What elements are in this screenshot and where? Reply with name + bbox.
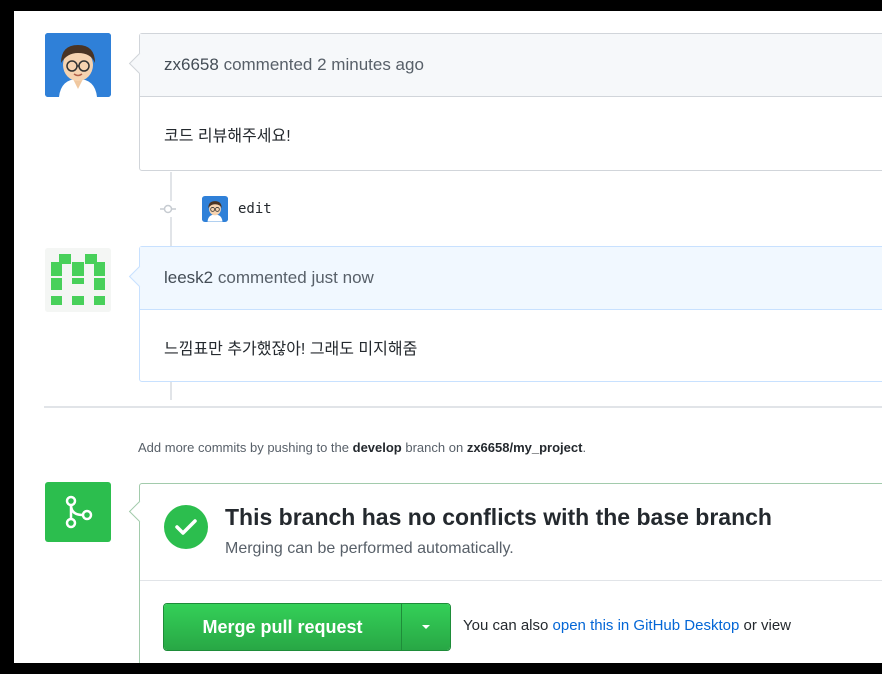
avatar[interactable] [45, 248, 111, 312]
merge-hint-prefix: You can also [463, 617, 549, 634]
comment-action: commented [223, 55, 313, 74]
comment-action: commented [217, 268, 307, 287]
triangle-down-icon [422, 625, 430, 629]
avatar-icon [45, 33, 111, 97]
git-merge-icon [45, 482, 111, 542]
repo-name: zx6658/my_project [466, 440, 583, 455]
push-hint-middle: branch on [405, 440, 464, 455]
divider [44, 406, 882, 408]
comment-time[interactable]: just now [311, 268, 373, 288]
avatar[interactable] [45, 33, 111, 97]
avatar-icon [202, 196, 228, 222]
merge-hint-suffix[interactable]: or view [743, 617, 791, 634]
merge-method-dropdown[interactable] [402, 604, 450, 650]
push-hint-prefix: Add more commits by pushing to the [138, 440, 349, 455]
comment: leesk2 commented just now 느낌표만 추가했잖아! 그래… [128, 246, 882, 382]
merge-pull-request-button[interactable]: Merge pull request [164, 604, 402, 650]
merge-status: This branch has no conflicts with the ba… [140, 484, 882, 581]
comment-body: 코드 리뷰해주세요! [164, 127, 291, 145]
comment-author[interactable]: leesk2 [164, 268, 213, 288]
check-icon [164, 505, 208, 549]
comment-header: zx6658 commented 2 minutes ago [140, 34, 882, 97]
identicon [45, 248, 111, 312]
push-hint: Add more commits by pushing to the devel… [138, 440, 586, 455]
merge-status-title: This branch has no conflicts with the ba… [225, 504, 772, 530]
comment-time[interactable]: 2 minutes ago [317, 55, 424, 75]
comment-author[interactable]: zx6658 [164, 55, 219, 75]
commit-dot-icon [160, 201, 176, 217]
push-hint-suffix: . [582, 440, 587, 455]
merge-hint: You can also open this in GitHub Desktop… [463, 617, 791, 634]
commit-message[interactable]: edit [238, 201, 272, 217]
merge-button-group: Merge pull request [163, 603, 451, 651]
branch-name: develop [352, 440, 402, 455]
merge-status-subtitle: Merging can be performed automatically. [225, 540, 514, 557]
merge-box: This branch has no conflicts with the ba… [128, 483, 882, 663]
comment-body: 느낌표만 추가했잖아! 그래도 미지해줌 [164, 340, 418, 358]
open-in-desktop-link[interactable]: open this in GitHub Desktop [553, 617, 740, 634]
merge-actions: Merge pull request You can also open thi… [140, 581, 882, 663]
pull-request-timeline: zx6658 commented 2 minutes ago 코드 리뷰해주세요… [14, 11, 882, 663]
avatar[interactable] [202, 196, 228, 222]
timeline-event-edit: edit [160, 195, 272, 223]
comment-header: leesk2 commented just now [140, 247, 882, 310]
comment: zx6658 commented 2 minutes ago 코드 리뷰해주세요… [128, 33, 882, 171]
